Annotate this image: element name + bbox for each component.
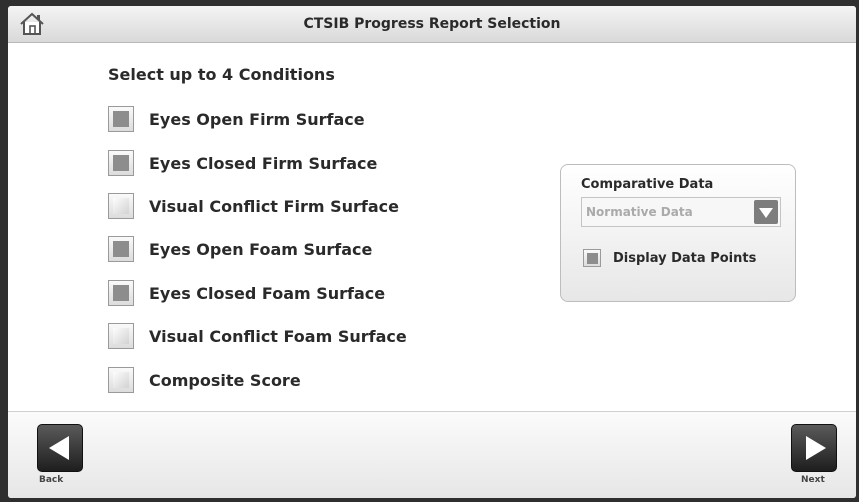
condition-label: Eyes Closed Foam Surface <box>149 283 386 303</box>
comparative-data-title: Comparative Data <box>581 177 714 192</box>
back-label: Back <box>39 475 64 485</box>
condition-label: Eyes Open Foam Surface <box>149 239 373 259</box>
title-bar: CTSIB Progress Report Selection <box>8 6 856 43</box>
condition-label: Composite Score <box>149 370 301 390</box>
condition-label: Eyes Open Firm Surface <box>149 109 365 129</box>
back-button[interactable] <box>37 424 83 472</box>
condition-label: Visual Conflict Firm Surface <box>149 196 399 216</box>
condition-checkbox[interactable] <box>108 280 134 306</box>
condition-eyes-open-firm[interactable]: Eyes Open Firm Surface <box>108 104 365 134</box>
display-data-points-checkbox[interactable] <box>583 249 601 267</box>
chevron-down-icon[interactable] <box>754 200 778 224</box>
comparative-data-panel: Comparative Data Normative Data Display … <box>560 164 796 302</box>
conditions-heading: Select up to 4 Conditions <box>108 65 335 84</box>
condition-checkbox[interactable] <box>108 193 134 219</box>
condition-composite-score[interactable]: Composite Score <box>108 365 301 395</box>
page-title: CTSIB Progress Report Selection <box>303 16 561 32</box>
next-button[interactable] <box>791 424 837 472</box>
condition-eyes-open-foam[interactable]: Eyes Open Foam Surface <box>108 234 372 264</box>
condition-eyes-closed-foam[interactable]: Eyes Closed Foam Surface <box>108 278 385 308</box>
condition-visual-conflict-firm[interactable]: Visual Conflict Firm Surface <box>108 191 399 221</box>
footer-bar: Back Next <box>8 411 856 498</box>
comparative-data-select[interactable]: Normative Data <box>581 197 781 227</box>
screen: CTSIB Progress Report Selection Select u… <box>8 6 856 498</box>
select-value: Normative Data <box>586 205 693 219</box>
condition-checkbox[interactable] <box>108 150 134 176</box>
condition-eyes-closed-firm[interactable]: Eyes Closed Firm Surface <box>108 148 377 178</box>
next-label: Next <box>801 475 825 485</box>
condition-checkbox[interactable] <box>108 236 134 262</box>
condition-checkbox[interactable] <box>108 106 134 132</box>
condition-label: Visual Conflict Foam Surface <box>149 326 407 346</box>
display-data-points-label: Display Data Points <box>613 250 757 266</box>
main-content: Select up to 4 Conditions Eyes Open Firm… <box>8 43 856 411</box>
condition-visual-conflict-foam[interactable]: Visual Conflict Foam Surface <box>108 321 407 351</box>
condition-checkbox[interactable] <box>108 323 134 349</box>
display-data-points-option[interactable]: Display Data Points <box>583 249 756 267</box>
arrow-right-icon <box>806 436 826 460</box>
condition-label: Eyes Closed Firm Surface <box>149 153 378 173</box>
condition-checkbox[interactable] <box>108 367 134 393</box>
app-frame: CTSIB Progress Report Selection Select u… <box>0 0 859 502</box>
arrow-left-icon <box>49 436 69 460</box>
